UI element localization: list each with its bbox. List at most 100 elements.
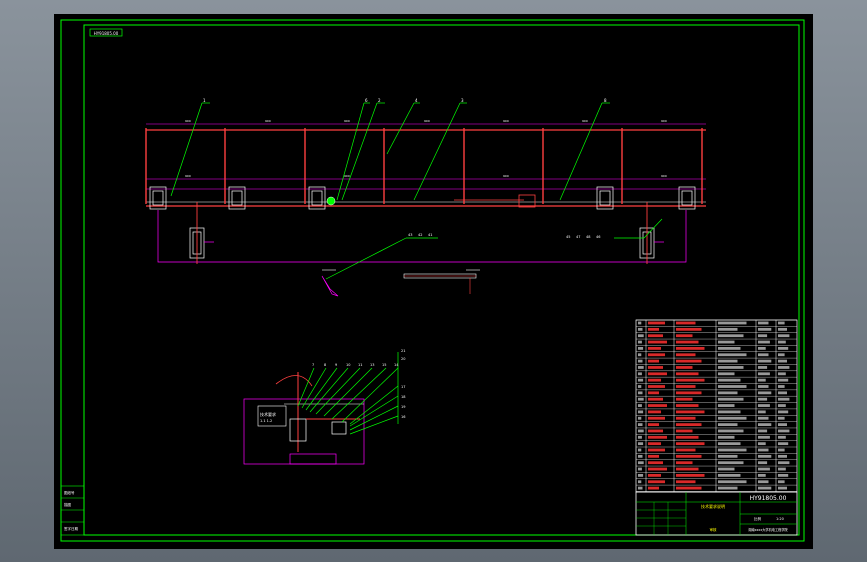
parts-table-cell-mark: [638, 347, 644, 350]
detail-note-title: 技术要求: [260, 411, 276, 417]
detail-note-text: 1.1 1.2: [260, 419, 272, 423]
parts-table-cell-mark: [638, 359, 643, 363]
parts-table-cell-mark: [648, 486, 659, 490]
parts-table-cell-mark: [638, 474, 644, 477]
small-part-details: [321, 269, 480, 297]
parts-table-cell-mark: [648, 423, 659, 426]
parts-table-cell-mark: [758, 416, 769, 420]
parts-table-cell-mark: [718, 480, 747, 484]
parts-table-cell-mark: [638, 327, 643, 331]
parts-table-cell-mark: [718, 410, 741, 414]
parts-table-cell-mark: [638, 353, 642, 357]
parts-table-cell-mark: [778, 378, 789, 382]
drawing-code-tag-text: HY91805.00: [94, 31, 119, 36]
leader-lines-middle: [325, 218, 663, 280]
parts-table-cell-mark: [648, 410, 661, 414]
svg-text:900: 900: [503, 174, 509, 178]
drawing-canvas[interactable]: HY91805.00 900 900 900 900 900 900 900 9…: [54, 14, 813, 549]
stamp-trace: 描图: [64, 502, 71, 507]
company-name: 湖南xxxx大学机电工程学院: [748, 527, 788, 532]
balloon-d7: 7: [312, 363, 314, 367]
parts-table-cell-mark: [778, 372, 786, 376]
parts-table-cell-mark: [676, 327, 702, 331]
parts-table-cell-mark: [648, 359, 659, 363]
parts-table-cell-mark: [758, 397, 768, 401]
parts-table-cell-mark: [758, 454, 772, 458]
parts-table-cell-mark: [758, 391, 772, 395]
parts-table-cell-mark: [676, 474, 705, 477]
parts-table-cell-mark: [718, 474, 741, 477]
drawing-number: HY91805.00: [750, 495, 787, 502]
parts-table-cell-mark: [718, 461, 744, 465]
parts-table-cell-mark: [648, 321, 665, 325]
parts-table-cell-mark: [778, 321, 785, 325]
parts-table-cell-mark: [676, 372, 699, 376]
parts-table-cell-mark: [676, 410, 705, 414]
parts-table-cell-mark: [638, 442, 644, 446]
parts-table-cell-mark: [718, 347, 741, 350]
title-block: 技术要求说明 HY91805.00 比例 1:20 湖南xxxx大学机电工程学院…: [635, 491, 798, 536]
parts-table-cell-mark: [648, 385, 665, 388]
parts-table-cell-mark: [758, 372, 770, 376]
parts-table-cell-mark: [648, 461, 663, 465]
svg-text:900: 900: [582, 119, 588, 123]
parts-table-cell-mark: [638, 416, 642, 420]
balloon-45: 45: [566, 235, 570, 239]
parts-table-cell-mark: [718, 454, 738, 458]
parts-table-cell-mark: [676, 442, 705, 446]
balloon-labels-detail-top: 7 8 9 10 11 13 15 14: [312, 363, 399, 367]
parts-table-cell-mark: [676, 385, 696, 388]
parts-table-cell-mark: [778, 366, 790, 369]
parts-table-cell-mark: [718, 486, 738, 490]
parts-table-cell-mark: [676, 416, 696, 420]
balloon-d14: 14: [394, 363, 399, 367]
parts-table-cell-mark: [676, 340, 699, 344]
parts-table-cell-mark: [648, 474, 661, 477]
parts-table-cell-mark: [648, 448, 665, 452]
parts-table-cell-mark: [758, 480, 769, 484]
parts-table-cell-mark: [638, 366, 644, 369]
parts-table-cell-mark: [718, 429, 744, 433]
parts-table-cell-mark: [638, 404, 642, 407]
parts-table-cell-mark: [778, 385, 785, 388]
parts-table-cell-mark: [758, 353, 769, 357]
parts-table-cell-mark: [676, 461, 693, 465]
balloon-d10: 10: [346, 363, 350, 367]
balloon-43: 43: [408, 233, 412, 237]
parts-table-cell-mark: [648, 366, 663, 369]
parts-table-cell-mark: [648, 429, 663, 433]
balloon-labels-detail-right: 21 20 17 18 19 16: [401, 349, 405, 419]
parts-table-cell-mark: [638, 340, 642, 344]
parts-table-cell-mark: [778, 340, 786, 344]
parts-table-cell-mark: [648, 353, 665, 357]
parts-table-cell-mark: [638, 454, 643, 458]
parts-table-cell-mark: [778, 454, 787, 458]
scale-label: 比例: [754, 516, 762, 521]
balloon-42: 42: [418, 233, 422, 237]
parts-table-cell-mark: [758, 347, 766, 350]
parts-table-cell-mark: [718, 353, 747, 357]
parts-table-cell-mark: [718, 435, 735, 439]
parts-table-cell-mark: [718, 416, 747, 420]
parts-table-cell-mark: [718, 378, 741, 382]
parts-table-cell-mark: [758, 340, 770, 344]
parts-table-cell-mark: [676, 391, 702, 395]
leader-lines-top: [170, 102, 610, 201]
svg-text:900: 900: [185, 174, 191, 178]
parts-table-cell-mark: [758, 448, 769, 452]
parts-table-cell-mark: [676, 347, 705, 350]
parts-table-cell-mark: [648, 391, 659, 395]
parts-table-cell-mark: [718, 340, 735, 344]
parts-table-cell-mark: [758, 410, 766, 414]
parts-table-cell-mark: [718, 423, 738, 426]
parts-table-cell-mark: [648, 454, 659, 458]
balloon-4: 4: [415, 98, 418, 103]
parts-table-cell-mark: [676, 429, 693, 433]
parts-table-cell-mark: [638, 321, 642, 325]
cad-drawing-svg: HY91805.00 900 900 900 900 900 900 900 9…: [60, 19, 805, 542]
parts-table-cell-mark: [676, 404, 699, 407]
parts-table-cell-mark: [648, 467, 667, 471]
parts-table-cell-mark: [778, 480, 785, 484]
parts-table-cell-mark: [758, 435, 770, 439]
parts-table-cell-mark: [676, 321, 696, 325]
